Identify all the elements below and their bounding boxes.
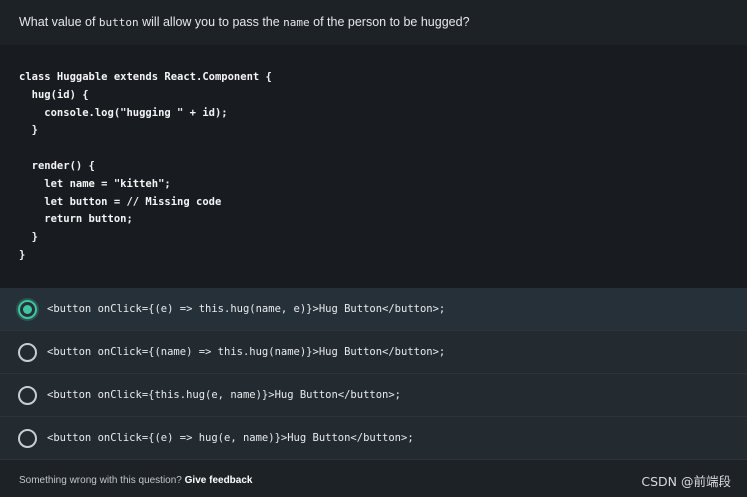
question-part-2: will allow you to pass the — [138, 15, 284, 29]
feedback-footer: Something wrong with this question? Give… — [0, 460, 747, 497]
answer-option-text: <button onClick={(e) => this.hug(name, e… — [47, 303, 446, 315]
feedback-prompt: Something wrong with this question? — [19, 475, 185, 486]
answer-option-text: <button onClick={(name) => this.hug(name… — [47, 346, 446, 358]
question-text: What value of button will allow you to p… — [0, 0, 747, 45]
radio-unselected-icon[interactable] — [18, 428, 37, 448]
answer-option-1[interactable]: <button onClick={(e) => this.hug(name, e… — [0, 288, 747, 331]
answer-option-text: <button onClick={(e) => hug(e, name)}>Hu… — [47, 432, 414, 444]
question-code-name: name — [283, 16, 310, 29]
answer-options: <button onClick={(e) => this.hug(name, e… — [0, 288, 747, 460]
give-feedback-link[interactable]: Give feedback — [185, 475, 253, 486]
answer-option-4[interactable]: <button onClick={(e) => hug(e, name)}>Hu… — [0, 417, 747, 460]
code-snippet: class Huggable extends React.Component {… — [0, 45, 747, 288]
code-snippet-text: class Huggable extends React.Component {… — [19, 71, 272, 261]
question-code-button: button — [98, 16, 139, 29]
answer-option-2[interactable]: <button onClick={(name) => this.hug(name… — [0, 331, 747, 374]
answer-option-3[interactable]: <button onClick={this.hug(e, name)}>Hug … — [0, 374, 747, 417]
radio-unselected-icon[interactable] — [18, 385, 37, 405]
question-part-3: of the person to be hugged? — [309, 15, 470, 29]
answer-option-text: <button onClick={this.hug(e, name)}>Hug … — [47, 389, 402, 401]
radio-selected-icon[interactable] — [18, 299, 37, 319]
question-part-1: What value of — [19, 15, 99, 29]
radio-unselected-icon[interactable] — [18, 342, 37, 362]
csdn-watermark: CSDN @前端段 — [641, 474, 731, 489]
